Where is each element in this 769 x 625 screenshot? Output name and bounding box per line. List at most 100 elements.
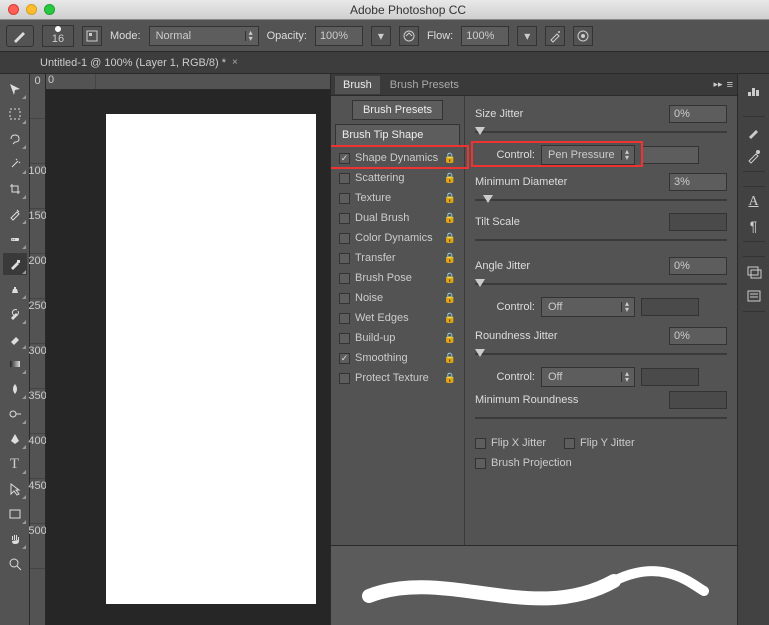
move-tool[interactable] bbox=[3, 78, 27, 100]
brush-option-noise[interactable]: Noise🔒 bbox=[335, 288, 460, 308]
checkbox[interactable] bbox=[339, 353, 350, 364]
hand-tool[interactable] bbox=[3, 528, 27, 550]
checkbox[interactable] bbox=[339, 213, 350, 224]
flow-dropdown-icon[interactable]: ▾ bbox=[517, 26, 537, 46]
opacity-dropdown-icon[interactable]: ▾ bbox=[371, 26, 391, 46]
min-diameter-slider[interactable] bbox=[475, 196, 727, 204]
lock-icon[interactable]: 🔒 bbox=[444, 353, 456, 364]
checkbox[interactable] bbox=[339, 193, 350, 204]
checkbox[interactable] bbox=[339, 173, 350, 184]
brush-option-brush-pose[interactable]: Brush Pose🔒 bbox=[335, 268, 460, 288]
eyedropper-tool[interactable] bbox=[3, 203, 27, 225]
type-tool[interactable]: T bbox=[3, 453, 27, 475]
lasso-tool[interactable] bbox=[3, 128, 27, 150]
dock-layer-comps-icon[interactable] bbox=[743, 261, 765, 283]
healing-brush-tool[interactable] bbox=[3, 228, 27, 250]
brush-option-texture[interactable]: Texture🔒 bbox=[335, 188, 460, 208]
brush-preset-picker[interactable]: 16 bbox=[42, 25, 74, 47]
roundness-control-select[interactable]: Off▴▾ bbox=[541, 367, 635, 387]
lock-icon[interactable]: 🔒 bbox=[444, 253, 456, 264]
brush-option-color-dynamics[interactable]: Color Dynamics🔒 bbox=[335, 228, 460, 248]
document-canvas[interactable] bbox=[106, 114, 316, 604]
tab-brush-presets[interactable]: Brush Presets bbox=[382, 76, 467, 94]
history-brush-tool[interactable] bbox=[3, 303, 27, 325]
angle-jitter-slider[interactable] bbox=[475, 280, 727, 288]
roundness-jitter-slider[interactable] bbox=[475, 350, 727, 358]
size-control-extra-field[interactable] bbox=[641, 146, 699, 164]
checkbox[interactable] bbox=[339, 153, 350, 164]
minimize-window-button[interactable] bbox=[26, 4, 37, 15]
lock-icon[interactable]: 🔒 bbox=[444, 333, 456, 344]
crop-tool[interactable] bbox=[3, 178, 27, 200]
gradient-tool[interactable] bbox=[3, 353, 27, 375]
dock-notes-icon[interactable] bbox=[743, 285, 765, 307]
clone-stamp-tool[interactable] bbox=[3, 278, 27, 300]
checkbox[interactable] bbox=[339, 253, 350, 264]
dock-brush-icon[interactable] bbox=[743, 121, 765, 143]
brush-option-dual-brush[interactable]: Dual Brush🔒 bbox=[335, 208, 460, 228]
size-control-select[interactable]: Pen Pressure▴▾ bbox=[541, 145, 635, 165]
brush-projection-checkbox[interactable]: Brush Projection bbox=[475, 454, 727, 472]
tab-brush[interactable]: Brush bbox=[335, 76, 380, 94]
flip-y-jitter-checkbox[interactable]: Flip Y Jitter bbox=[564, 434, 635, 452]
magic-wand-tool[interactable] bbox=[3, 153, 27, 175]
close-tab-icon[interactable]: × bbox=[232, 57, 238, 68]
angle-jitter-field[interactable]: 0% bbox=[669, 257, 727, 275]
lock-icon[interactable]: 🔒 bbox=[444, 173, 456, 184]
flip-x-jitter-checkbox[interactable]: Flip X Jitter bbox=[475, 434, 546, 452]
document-tab[interactable]: Untitled-1 @ 100% (Layer 1, RGB/8) * × bbox=[30, 52, 248, 74]
path-selection-tool[interactable] bbox=[3, 478, 27, 500]
brush-option-protect-texture[interactable]: Protect Texture🔒 bbox=[335, 368, 460, 388]
min-diameter-field[interactable]: 3% bbox=[669, 173, 727, 191]
blend-mode-select[interactable]: Normal▴▾ bbox=[149, 26, 259, 46]
lock-icon[interactable]: 🔒 bbox=[444, 293, 456, 304]
checkbox[interactable] bbox=[339, 313, 350, 324]
collapse-icon[interactable]: ▸▸ bbox=[714, 79, 723, 90]
checkbox[interactable] bbox=[339, 233, 350, 244]
brush-presets-button[interactable]: Brush Presets bbox=[352, 100, 443, 120]
pen-tool[interactable] bbox=[3, 428, 27, 450]
dodge-tool[interactable] bbox=[3, 403, 27, 425]
zoom-window-button[interactable] bbox=[44, 4, 55, 15]
blur-tool[interactable] bbox=[3, 378, 27, 400]
lock-icon[interactable]: 🔒 bbox=[444, 233, 456, 244]
zoom-tool[interactable] bbox=[3, 553, 27, 575]
lock-icon[interactable]: 🔒 bbox=[444, 153, 456, 164]
dock-character-icon[interactable]: A bbox=[743, 191, 765, 213]
panel-menu-icon[interactable]: ≡ bbox=[727, 79, 733, 91]
brush-option-wet-edges[interactable]: Wet Edges🔒 bbox=[335, 308, 460, 328]
checkbox[interactable] bbox=[339, 373, 350, 384]
roundness-jitter-field[interactable]: 0% bbox=[669, 327, 727, 345]
rectangle-tool[interactable] bbox=[3, 503, 27, 525]
flow-field[interactable]: 100% bbox=[461, 26, 509, 46]
opacity-pressure-icon[interactable] bbox=[399, 26, 419, 46]
checkbox[interactable] bbox=[339, 333, 350, 344]
close-window-button[interactable] bbox=[8, 4, 19, 15]
brush-option-transfer[interactable]: Transfer🔒 bbox=[335, 248, 460, 268]
brush-option-scattering[interactable]: Scattering🔒 bbox=[335, 168, 460, 188]
ruler-vertical[interactable]: 0100150200250300350400450500 bbox=[30, 74, 46, 625]
checkbox[interactable] bbox=[339, 273, 350, 284]
brush-panel-toggle-icon[interactable] bbox=[82, 26, 102, 46]
dock-paragraph-icon[interactable]: ¶ bbox=[743, 215, 765, 237]
eraser-tool[interactable] bbox=[3, 328, 27, 350]
lock-icon[interactable]: 🔒 bbox=[444, 273, 456, 284]
checkbox[interactable] bbox=[339, 293, 350, 304]
ruler-horizontal[interactable]: 0 bbox=[46, 74, 330, 90]
size-jitter-field[interactable]: 0% bbox=[669, 105, 727, 123]
lock-icon[interactable]: 🔒 bbox=[444, 213, 456, 224]
size-jitter-slider[interactable] bbox=[475, 128, 727, 136]
brush-option-shape-dynamics[interactable]: Shape Dynamics🔒 bbox=[335, 148, 460, 168]
opacity-field[interactable]: 100% bbox=[315, 26, 363, 46]
angle-control-select[interactable]: Off▴▾ bbox=[541, 297, 635, 317]
brush-option-build-up[interactable]: Build-up🔒 bbox=[335, 328, 460, 348]
size-pressure-icon[interactable] bbox=[573, 26, 593, 46]
brush-option-smoothing[interactable]: Smoothing🔒 bbox=[335, 348, 460, 368]
dock-brush-presets-icon[interactable] bbox=[743, 145, 765, 167]
dock-histogram-icon[interactable] bbox=[743, 80, 765, 102]
brush-tip-shape-item[interactable]: Brush Tip Shape bbox=[335, 124, 460, 146]
airbrush-icon[interactable] bbox=[545, 26, 565, 46]
tool-preset-picker[interactable] bbox=[6, 25, 34, 47]
lock-icon[interactable]: 🔒 bbox=[444, 193, 456, 204]
marquee-tool[interactable] bbox=[3, 103, 27, 125]
